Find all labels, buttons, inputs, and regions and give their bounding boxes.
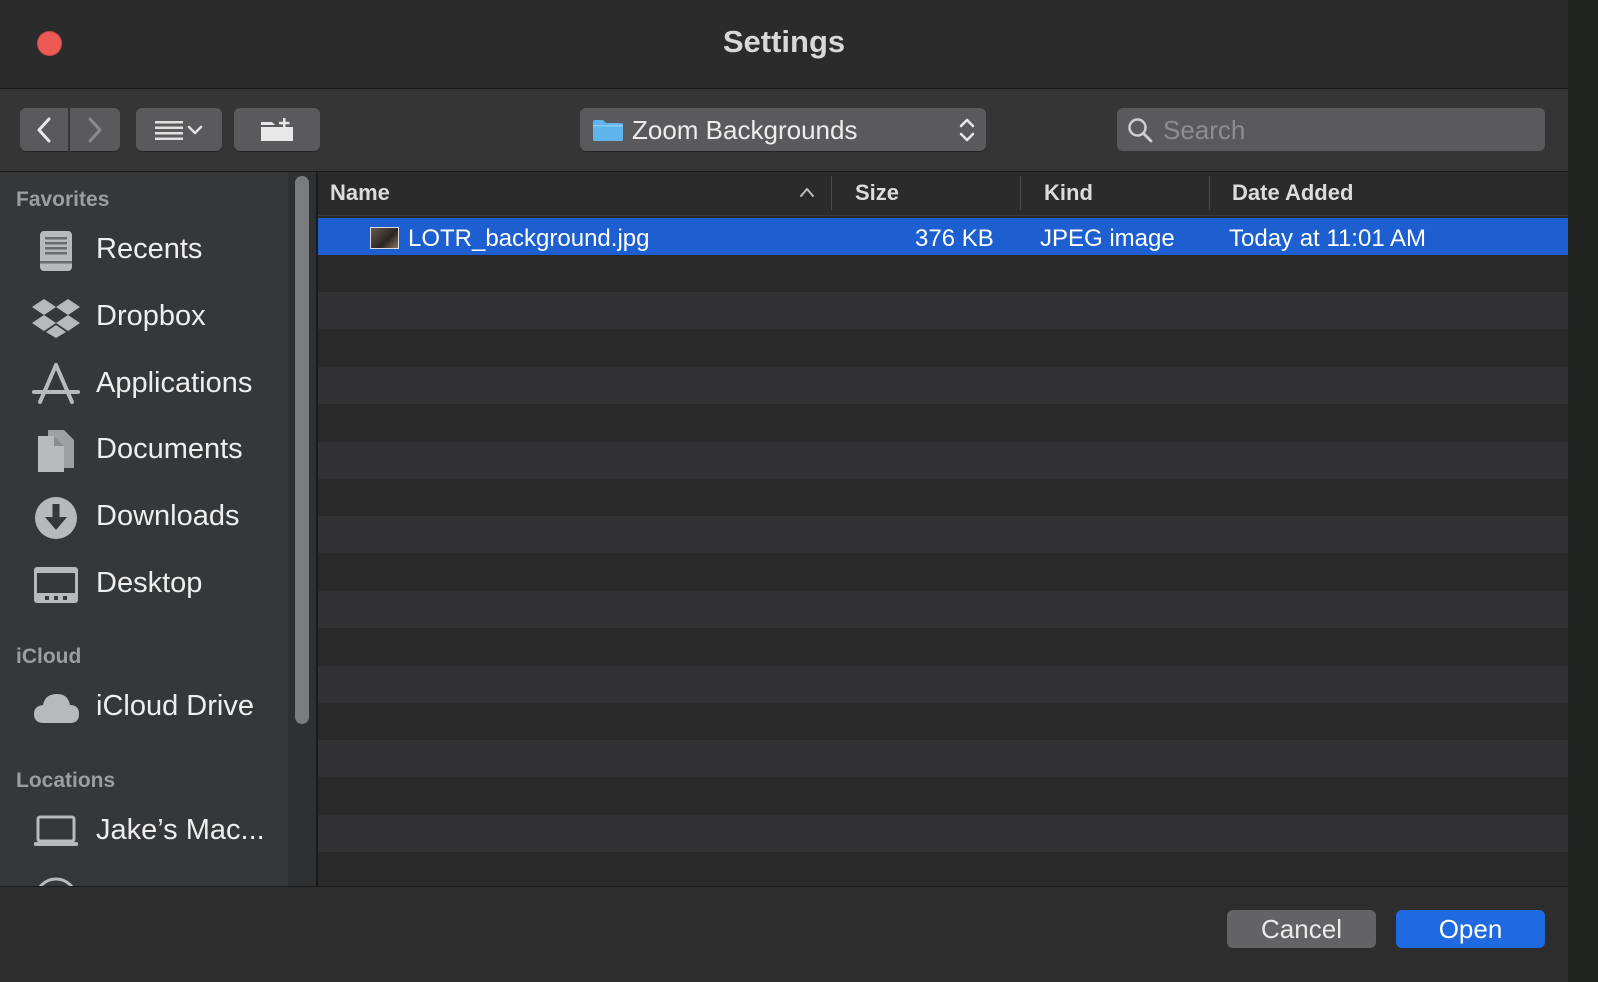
empty-row xyxy=(318,703,1568,740)
file-kind: JPEG image xyxy=(1040,225,1175,252)
empty-row xyxy=(318,404,1568,441)
folder-icon xyxy=(593,120,623,141)
sidebar-scroll-thumb[interactable] xyxy=(295,176,309,724)
column-date-added-label: Date Added xyxy=(1232,180,1354,205)
up-down-chevron-icon xyxy=(959,118,975,142)
toolbar: Zoom Backgrounds xyxy=(0,89,1568,172)
empty-row xyxy=(318,778,1568,815)
title-bar: Settings xyxy=(0,0,1568,89)
column-name[interactable]: Name xyxy=(318,172,831,215)
empty-row xyxy=(318,666,1568,703)
empty-row xyxy=(318,255,1568,292)
file-list: Name Size Kind Date Added LOTR_backgroun… xyxy=(318,172,1568,886)
search-icon xyxy=(1128,118,1153,143)
sidebar-item-label: iCloud Drive xyxy=(96,690,254,722)
sidebar-item-icloud-drive[interactable]: iCloud Drive xyxy=(0,677,288,737)
recents-icon xyxy=(30,228,82,274)
chevron-right-icon xyxy=(88,117,102,142)
empty-row xyxy=(318,628,1568,665)
sidebar-section-locations: Locations xyxy=(16,769,116,792)
sidebar-item-label: Documents xyxy=(96,433,243,465)
search-input[interactable] xyxy=(1161,112,1535,148)
downloads-icon xyxy=(30,495,82,541)
applications-icon xyxy=(30,362,82,408)
empty-row xyxy=(318,367,1568,404)
empty-row xyxy=(318,330,1568,367)
file-row[interactable]: LOTR_background.jpg 376 KB JPEG image To… xyxy=(318,218,1568,255)
sidebar-item-jakes-mac[interactable]: Jake’s Mac... xyxy=(0,801,288,861)
empty-row xyxy=(318,292,1568,329)
new-folder-icon xyxy=(261,117,293,141)
cloud-icon xyxy=(30,685,82,731)
jpeg-thumbnail-icon xyxy=(370,227,399,249)
sidebar-item-label: Jake’s Mac... xyxy=(96,814,265,846)
cancel-button[interactable]: Cancel xyxy=(1227,910,1376,948)
empty-row xyxy=(318,554,1568,591)
documents-icon xyxy=(30,428,82,474)
column-size-label: Size xyxy=(855,180,900,205)
sidebar-item-recents[interactable]: Recents xyxy=(0,220,288,280)
file-name: LOTR_background.jpg xyxy=(408,225,650,252)
dialog-footer: Cancel Open xyxy=(0,886,1568,982)
column-date-added[interactable]: Date Added xyxy=(1210,172,1568,215)
forward-button[interactable] xyxy=(70,108,120,151)
path-popup[interactable]: Zoom Backgrounds xyxy=(580,108,986,151)
path-label: Zoom Backgrounds xyxy=(632,115,858,145)
sidebar-item-dropbox[interactable]: Dropbox xyxy=(0,287,288,347)
column-name-label: Name xyxy=(330,180,390,205)
list-view-icon xyxy=(155,120,203,140)
sidebar-item-label: Desktop xyxy=(96,567,203,599)
sidebar: Favorites Recents Dropbox Applications D… xyxy=(0,172,288,886)
column-kind-label: Kind xyxy=(1044,180,1093,205)
sidebar-item-network-partial[interactable] xyxy=(0,868,288,886)
search-field[interactable] xyxy=(1117,108,1545,151)
sidebar-section-icloud: iCloud xyxy=(16,645,82,668)
laptop-icon xyxy=(30,809,82,855)
sidebar-item-label: Dropbox xyxy=(96,300,206,332)
empty-row xyxy=(318,591,1568,628)
sidebar-scrollbar[interactable] xyxy=(288,172,318,886)
sidebar-item-documents[interactable]: Documents xyxy=(0,420,288,480)
globe-icon xyxy=(30,876,82,886)
background-edge xyxy=(1568,0,1598,982)
chevron-left-icon xyxy=(37,117,51,142)
empty-row xyxy=(318,740,1568,777)
sidebar-item-label: Downloads xyxy=(96,500,240,532)
file-open-dialog: Settings Zoom Backgrounds Search Favorit… xyxy=(0,0,1569,982)
view-options-button[interactable] xyxy=(136,108,222,151)
empty-row xyxy=(318,852,1568,886)
sidebar-section-favorites: Favorites xyxy=(16,188,110,211)
column-size[interactable]: Size xyxy=(832,172,1020,215)
column-kind[interactable]: Kind xyxy=(1021,172,1209,215)
column-header: Name Size Kind Date Added xyxy=(318,172,1568,216)
window-title: Settings xyxy=(722,24,846,59)
desktop-icon xyxy=(30,562,82,608)
sidebar-item-applications[interactable]: Applications xyxy=(0,354,288,414)
file-rows: LOTR_background.jpg 376 KB JPEG image To… xyxy=(318,216,1568,886)
open-button[interactable]: Open xyxy=(1396,910,1545,948)
empty-row xyxy=(318,479,1568,516)
empty-row xyxy=(318,516,1568,553)
sort-ascending-icon xyxy=(800,188,814,197)
sidebar-item-desktop[interactable]: Desktop xyxy=(0,554,288,614)
empty-row xyxy=(318,442,1568,479)
new-folder-button[interactable] xyxy=(234,108,320,151)
empty-row xyxy=(318,815,1568,852)
back-button[interactable] xyxy=(20,108,68,151)
sidebar-item-label: Applications xyxy=(96,367,253,399)
file-size: 376 KB xyxy=(915,225,994,252)
sidebar-item-label: Recents xyxy=(96,233,203,265)
sidebar-item-downloads[interactable]: Downloads xyxy=(0,487,288,547)
file-date-added: Today at 11:01 AM xyxy=(1229,225,1427,252)
dropbox-icon xyxy=(30,295,82,341)
